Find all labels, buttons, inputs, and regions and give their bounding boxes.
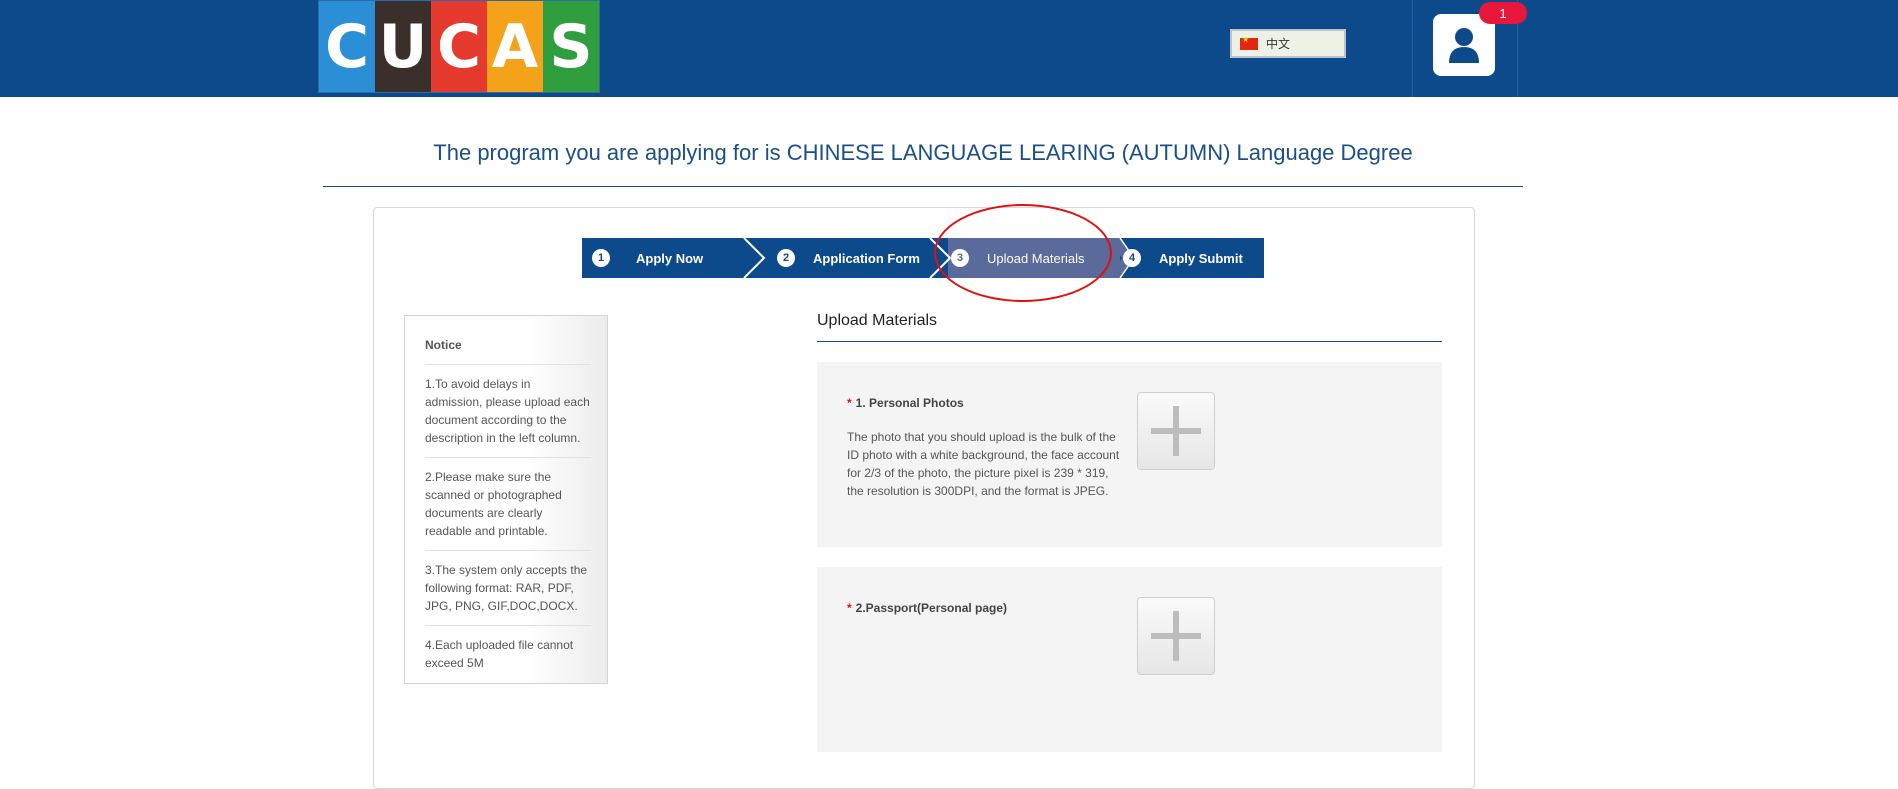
progress-steps: 1 Apply Now 2 Application Form 3 Upload … (582, 238, 1264, 278)
upload-divider (817, 341, 1442, 342)
upload-item-label: * 1. Personal Photos (847, 396, 964, 410)
upload-item-description: The photo that you should upload is the … (847, 430, 1120, 498)
step-number: 2 (777, 249, 795, 267)
step-apply-submit[interactable]: 4 Apply Submit (1123, 238, 1243, 278)
notice-title: Notice (425, 336, 591, 365)
notice-item: 3.The system only accepts the following … (425, 561, 591, 626)
step-label: Apply Submit (1159, 250, 1243, 266)
add-file-button[interactable] (1137, 597, 1215, 675)
step-number: 3 (951, 249, 969, 267)
step-application-form[interactable]: 2 Application Form (777, 238, 920, 278)
top-header: C U C A S 中文 1 (0, 0, 1898, 97)
notice-item: 1.To avoid delays in admission, please u… (425, 375, 591, 458)
cucas-logo[interactable]: C U C A S (318, 0, 600, 93)
upload-item-label: * 2.Passport(Personal page) (847, 601, 1007, 615)
china-flag-icon (1240, 35, 1258, 50)
notification-badge[interactable]: 1 (1479, 2, 1527, 24)
required-mark: * (847, 396, 852, 410)
step-label: Upload Materials (987, 250, 1085, 266)
upload-item-passport: * 2.Passport(Personal page) (817, 567, 1442, 752)
notice-box: Notice 1.To avoid delays in admission, p… (404, 315, 608, 684)
logo-letter-a: A (487, 1, 543, 92)
logo-letter-s: S (543, 1, 599, 92)
required-mark: * (847, 601, 852, 615)
upload-item-title: 1. Personal Photos (855, 396, 964, 410)
title-divider (323, 186, 1523, 187)
step-upload-materials[interactable]: 3 Upload Materials (951, 238, 1085, 278)
language-switch[interactable]: 中文 (1230, 29, 1346, 58)
notice-item: 4.Each uploaded file cannot exceed 5M (425, 638, 574, 670)
step-label: Application Form (813, 250, 920, 266)
upload-heading: Upload Materials (817, 312, 938, 329)
user-icon (1449, 28, 1479, 63)
language-label: 中文 (1266, 37, 1291, 51)
upload-item-title: 2.Passport(Personal page) (855, 601, 1008, 615)
step-number: 1 (592, 249, 610, 267)
step-label: Apply Now (636, 250, 704, 266)
step-apply-now[interactable]: 1 Apply Now (592, 238, 703, 278)
add-file-button[interactable] (1137, 392, 1215, 470)
logo-letter-u: U (375, 1, 431, 92)
logo-letter-c2: C (431, 1, 487, 92)
step-number: 4 (1123, 249, 1141, 267)
upload-item-personal-photos: * 1. Personal Photos The photo that you s… (817, 362, 1442, 547)
chevron-separator-1 (743, 238, 766, 278)
logo-letter-c: C (319, 1, 375, 92)
page-title: The program you are applying for is CHIN… (433, 140, 1413, 165)
user-area: 1 (1412, 0, 1527, 97)
notice-item: 2.Please make sure the scanned or photog… (425, 468, 591, 551)
